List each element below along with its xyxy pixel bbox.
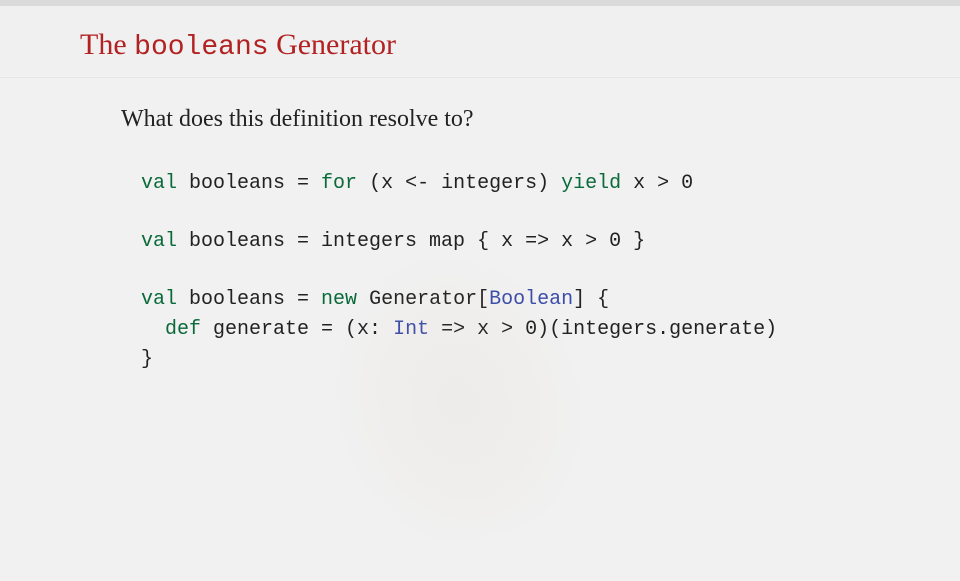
code-text: => x > 0)(integers.generate) (429, 318, 777, 341)
code-text: booleans = (177, 288, 321, 311)
code-indent (141, 318, 165, 341)
code-block-3: val booleans = new Generator[Boolean] { … (141, 285, 960, 375)
slide-title: The booleans Generator (80, 28, 960, 63)
code-text: booleans = (177, 172, 321, 195)
keyword-val: val (141, 172, 177, 195)
code-line-2: val booleans = integers map { x => x > 0… (141, 227, 960, 257)
code-text: (x <- integers) (357, 172, 561, 195)
slide-content: What does this definition resolve to? va… (0, 78, 960, 375)
top-bar (0, 0, 960, 6)
title-pre: The (80, 28, 134, 61)
keyword-for: for (321, 172, 357, 195)
title-mono: booleans (134, 32, 268, 63)
keyword-yield: yield (561, 172, 621, 195)
keyword-val: val (141, 288, 177, 311)
code-text: ] { (573, 288, 609, 311)
title-post: Generator (269, 28, 396, 61)
code-text: generate = (x: (201, 318, 393, 341)
keyword-def: def (165, 318, 201, 341)
code-text: Generator[ (357, 288, 489, 311)
type-int: Int (393, 318, 429, 341)
keyword-new: new (321, 288, 357, 311)
code-text: } (141, 348, 153, 371)
code-line-1: val booleans = for (x <- integers) yield… (141, 169, 960, 199)
question-text: What does this definition resolve to? (121, 106, 960, 133)
type-boolean: Boolean (489, 288, 573, 311)
slide-header: The booleans Generator (0, 6, 960, 78)
code-text: booleans = integers map { x => x > 0 } (177, 230, 645, 253)
code-text: x > 0 (621, 172, 693, 195)
keyword-val: val (141, 230, 177, 253)
